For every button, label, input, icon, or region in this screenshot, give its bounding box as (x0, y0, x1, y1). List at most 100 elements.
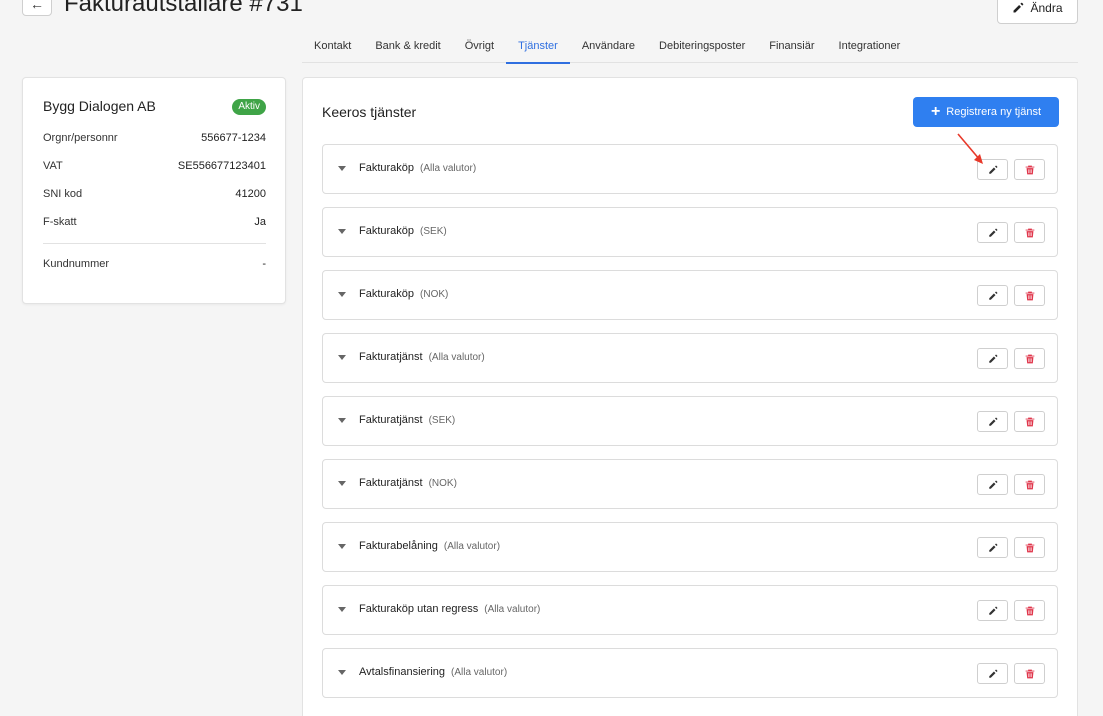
caret-down-icon[interactable] (338, 418, 346, 423)
edit-service-button[interactable] (977, 348, 1008, 369)
service-name: Fakturatjänst (NOK) (359, 477, 457, 489)
delete-service-button[interactable] (1014, 537, 1045, 558)
service-row[interactable]: Fakturaköp (SEK) (322, 207, 1058, 257)
tab-integrationer[interactable]: Integrationer (827, 33, 913, 63)
tab-debiteringsposter[interactable]: Debiteringsposter (647, 33, 757, 63)
trash-icon (1025, 606, 1034, 615)
info-label: F-skatt (43, 216, 77, 228)
info-label: Orgnr/personnr (43, 132, 118, 144)
service-currency: (Alla valutor) (443, 541, 501, 552)
service-name: Fakturaköp utan regress (Alla valutor) (359, 603, 540, 615)
info-value: Ja (254, 216, 266, 228)
register-service-button[interactable]: + Registrera ny tjänst (913, 97, 1059, 127)
service-row[interactable]: Fakturaköp (Alla valutor) (322, 144, 1058, 194)
card-divider (43, 243, 266, 244)
info-value: 41200 (235, 188, 266, 200)
edit-service-button[interactable] (977, 474, 1008, 495)
status-badge: Aktiv (232, 99, 266, 115)
service-row[interactable]: Fakturatjänst (NOK) (322, 459, 1058, 509)
register-service-label: Registrera ny tjänst (946, 106, 1042, 118)
info-label: Kundnummer (43, 258, 110, 270)
info-label: SNI kod (43, 188, 83, 200)
tab-kontakt[interactable]: Kontakt (302, 33, 363, 63)
service-name: Fakturatjänst (SEK) (359, 414, 455, 426)
edit-service-button[interactable] (977, 411, 1008, 432)
delete-service-button[interactable] (1014, 474, 1045, 495)
service-row[interactable]: Fakturaköp (NOK) (322, 270, 1058, 320)
pencil-icon (988, 354, 997, 363)
caret-down-icon[interactable] (338, 292, 346, 297)
delete-service-button[interactable] (1014, 663, 1045, 684)
service-name: Fakturaköp (NOK) (359, 288, 448, 300)
service-currency: (Alla valutor) (451, 667, 508, 678)
caret-down-icon[interactable] (338, 607, 346, 612)
edit-service-button[interactable] (977, 222, 1008, 243)
caret-down-icon[interactable] (338, 229, 346, 234)
page-title: Fakturautställare #731 (64, 0, 303, 17)
pencil-icon (988, 417, 997, 426)
service-row[interactable]: Fakturatjänst (Alla valutor) (322, 333, 1058, 383)
pencil-icon (988, 543, 997, 552)
delete-service-button[interactable] (1014, 411, 1045, 432)
caret-down-icon[interactable] (338, 355, 346, 360)
edit-service-button[interactable] (977, 600, 1008, 621)
service-currency: (Alla valutor) (428, 352, 485, 363)
delete-service-button[interactable] (1014, 348, 1045, 369)
service-currency: (SEK) (420, 226, 447, 237)
edit-button-label: Ändra (1030, 1, 1063, 15)
back-button[interactable]: ← (22, 0, 52, 16)
tab-tjanster[interactable]: Tjänster (506, 33, 570, 64)
services-panel: Keeros tjänster + Registrera ny tjänst F… (302, 77, 1078, 716)
service-name-label: Fakturaköp (359, 288, 415, 300)
info-row-fskatt: F-skatt Ja (43, 216, 266, 228)
trash-icon (1025, 669, 1034, 678)
edit-button[interactable]: Ändra (997, 0, 1078, 24)
caret-down-icon[interactable] (338, 544, 346, 549)
service-name: Fakturabelåning (Alla valutor) (359, 540, 500, 552)
pencil-icon (1013, 2, 1024, 13)
service-name-label: Fakturatjänst (359, 477, 423, 489)
company-card: Bygg Dialogen AB Aktiv Orgnr/personnr 55… (22, 77, 286, 304)
delete-service-button[interactable] (1014, 222, 1045, 243)
edit-service-button[interactable] (977, 537, 1008, 558)
service-row[interactable]: Fakturaköp utan regress (Alla valutor) (322, 585, 1058, 635)
trash-icon (1025, 480, 1034, 489)
pencil-icon (988, 165, 997, 174)
service-row[interactable]: Avtalsfinansiering (Alla valutor) (322, 648, 1058, 698)
service-row[interactable]: Fakturatjänst (SEK) (322, 396, 1058, 446)
service-name-label: Fakturabelåning (359, 540, 438, 552)
tab-bank-kredit[interactable]: Bank & kredit (363, 33, 452, 63)
trash-icon (1025, 165, 1034, 174)
service-name-label: Avtalsfinansiering (359, 666, 446, 678)
trash-icon (1025, 291, 1034, 300)
plus-icon: + (930, 103, 941, 120)
info-row-sni: SNI kod 41200 (43, 188, 266, 200)
service-name-label: Fakturatjänst (359, 414, 423, 426)
info-row-kundnummer: Kundnummer - (43, 258, 266, 270)
delete-service-button[interactable] (1014, 285, 1045, 306)
edit-service-button[interactable] (977, 663, 1008, 684)
trash-icon (1025, 543, 1034, 552)
edit-service-button[interactable] (977, 159, 1008, 180)
company-name: Bygg Dialogen AB (43, 98, 156, 114)
trash-icon (1025, 228, 1034, 237)
pencil-icon (988, 606, 997, 615)
caret-down-icon[interactable] (338, 481, 346, 486)
tab-finansiar[interactable]: Finansiär (757, 33, 826, 63)
tab-anvandare[interactable]: Användare (570, 33, 647, 63)
info-value: - (262, 258, 266, 270)
edit-service-button[interactable] (977, 285, 1008, 306)
tab-ovrigt[interactable]: Övrigt (453, 33, 506, 63)
service-name: Avtalsfinansiering (Alla valutor) (359, 666, 507, 678)
delete-service-button[interactable] (1014, 600, 1045, 621)
caret-down-icon[interactable] (338, 166, 346, 171)
delete-service-button[interactable] (1014, 159, 1045, 180)
pencil-icon (988, 291, 997, 300)
caret-down-icon[interactable] (338, 670, 346, 675)
service-name-label: Fakturaköp (359, 225, 415, 237)
services-title: Keeros tjänster (322, 104, 417, 120)
service-row[interactable]: Fakturabelåning (Alla valutor) (322, 522, 1058, 572)
service-name: Fakturaköp (SEK) (359, 225, 447, 237)
service-name-label: Fakturaköp utan regress (359, 603, 479, 615)
service-name-label: Fakturaköp (359, 162, 415, 174)
